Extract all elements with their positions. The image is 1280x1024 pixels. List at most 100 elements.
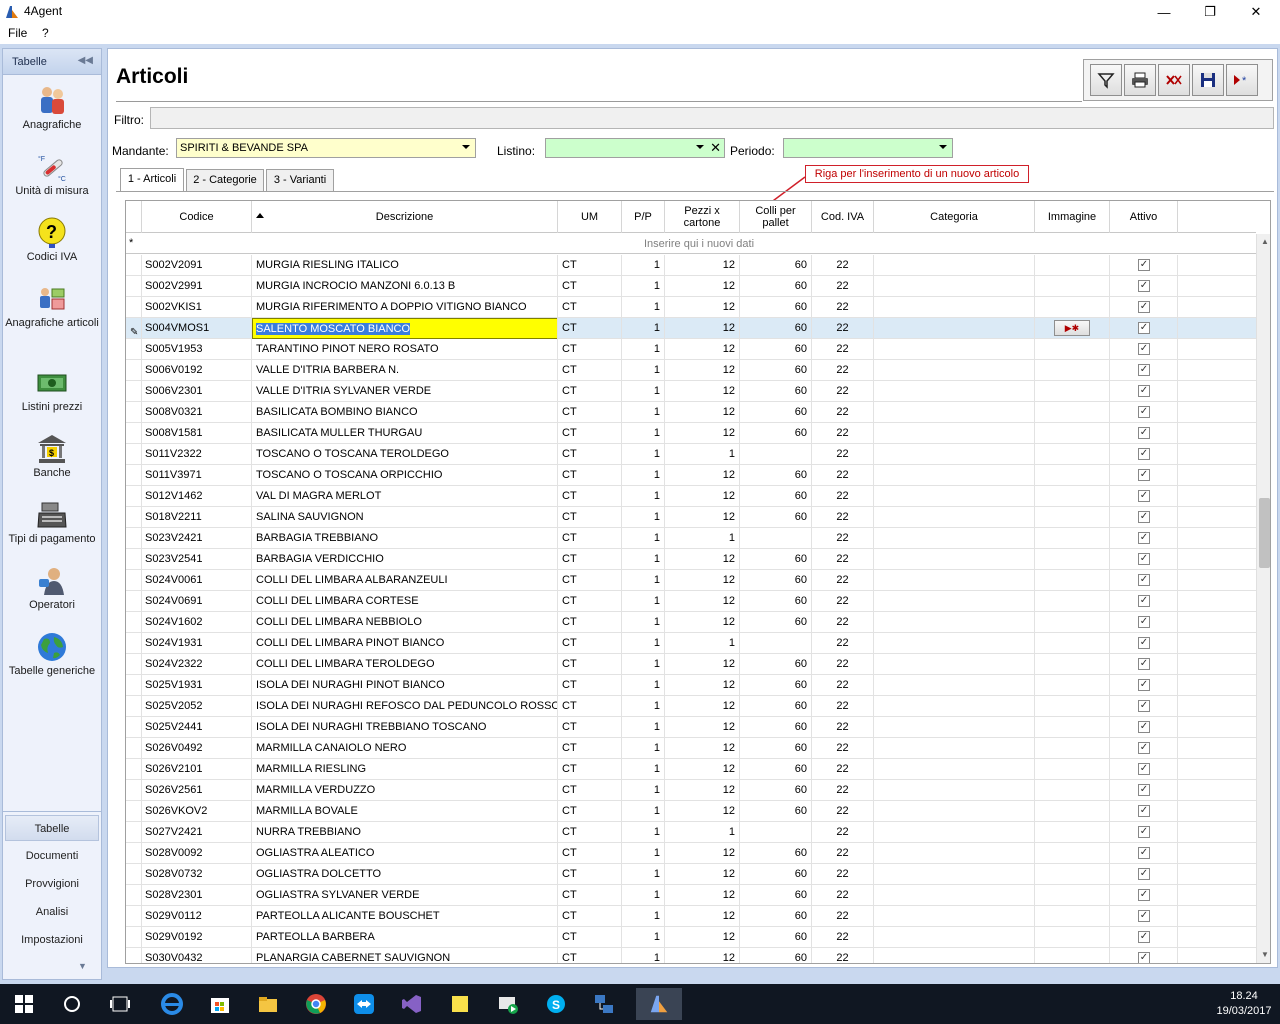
cell-codice[interactable]: S028V0092 xyxy=(142,843,252,864)
table-row[interactable]: S028V0092 OGLIASTRA ALEATICO CT 1 12 60 22 ✓ xyxy=(126,843,1256,864)
column-header-cod-iva[interactable]: Cod. IVA xyxy=(812,201,874,233)
attivo-checkbox[interactable]: ✓ xyxy=(1138,805,1150,817)
table-row[interactable]: S002V2991 MURGIA INCROCIO MANZONI 6.0.13 … xyxy=(126,276,1256,297)
table-row[interactable]: S024V2322 COLLI DEL LIMBARA TEROLDEGO CT 1 1… xyxy=(126,654,1256,675)
cell-categoria[interactable] xyxy=(874,885,1035,906)
cell-pp[interactable]: 1 xyxy=(622,759,665,780)
attivo-checkbox[interactable]: ✓ xyxy=(1138,868,1150,880)
cell-um[interactable]: CT xyxy=(558,276,622,297)
cell-codice[interactable]: S029V0112 xyxy=(142,906,252,927)
table-row[interactable]: S030V0432 PLANARGIA CABERNET SAUVIGNON CT 1… xyxy=(126,948,1256,963)
row-selector[interactable] xyxy=(126,276,142,297)
cell-codice[interactable]: S028V2301 xyxy=(142,885,252,906)
row-selector[interactable] xyxy=(126,528,142,549)
cell-categoria[interactable] xyxy=(874,465,1035,486)
cell-codice[interactable]: S024V0691 xyxy=(142,591,252,612)
start-button[interactable] xyxy=(8,988,40,1020)
taskbar-media[interactable] xyxy=(492,988,524,1020)
cell-immagine[interactable] xyxy=(1035,360,1110,381)
row-selector[interactable] xyxy=(126,822,142,843)
row-selector[interactable] xyxy=(126,801,142,822)
description-edit-field[interactable]: SALENTO MOSCATO BIANCO xyxy=(252,318,557,339)
cell-pezzi-cartone[interactable]: 1 xyxy=(665,633,740,654)
cell-cod-iva[interactable]: 22 xyxy=(812,780,874,801)
new-record-button[interactable]: * xyxy=(1226,64,1258,96)
cell-pp[interactable]: 1 xyxy=(622,717,665,738)
cell-colli-pallet[interactable]: 60 xyxy=(740,507,812,528)
cell-pezzi-cartone[interactable]: 1 xyxy=(665,528,740,549)
cell-um[interactable]: CT xyxy=(558,402,622,423)
row-selector[interactable] xyxy=(126,696,142,717)
table-row[interactable]: S008V1581 BASILICATA MULLER THURGAU CT 1 12 6… xyxy=(126,423,1256,444)
cell-colli-pallet[interactable]: 60 xyxy=(740,402,812,423)
cell-cod-iva[interactable]: 22 xyxy=(812,906,874,927)
cell-immagine[interactable] xyxy=(1035,822,1110,843)
cell-categoria[interactable] xyxy=(874,633,1035,654)
column-header-um[interactable]: UM xyxy=(558,201,622,233)
attivo-checkbox[interactable]: ✓ xyxy=(1138,448,1150,460)
table-row[interactable]: S029V0192 PARTEOLLA BARBERA CT 1 12 60 22 ✓ xyxy=(126,927,1256,948)
cell-pezzi-cartone[interactable]: 12 xyxy=(665,402,740,423)
cell-pp[interactable]: 1 xyxy=(622,255,665,276)
attivo-checkbox[interactable]: ✓ xyxy=(1138,490,1150,502)
cell-um[interactable]: CT xyxy=(558,591,622,612)
nav-section-documenti[interactable]: Documenti xyxy=(5,843,99,869)
cell-pp[interactable]: 1 xyxy=(622,402,665,423)
cell-um[interactable]: CT xyxy=(558,318,622,339)
cell-cod-iva[interactable]: 22 xyxy=(812,465,874,486)
image-button[interactable]: ▶✱ xyxy=(1054,320,1090,336)
cell-pp[interactable]: 1 xyxy=(622,339,665,360)
cell-pp[interactable]: 1 xyxy=(622,927,665,948)
row-selector[interactable] xyxy=(126,780,142,801)
cell-descrizione[interactable]: PLANARGIA CABERNET SAUVIGNON xyxy=(252,948,558,963)
cell-um[interactable]: CT xyxy=(558,717,622,738)
cell-immagine[interactable] xyxy=(1035,591,1110,612)
cell-categoria[interactable] xyxy=(874,927,1035,948)
table-row[interactable]: S023V2421 BARBAGIA TREBBIANO CT 1 1 22 ✓ xyxy=(126,528,1256,549)
cell-um[interactable]: CT xyxy=(558,465,622,486)
cell-colli-pallet[interactable] xyxy=(740,822,812,843)
cell-pezzi-cartone[interactable]: 12 xyxy=(665,696,740,717)
row-selector[interactable] xyxy=(126,654,142,675)
row-selector[interactable] xyxy=(126,612,142,633)
cell-immagine[interactable] xyxy=(1035,738,1110,759)
cell-cod-iva[interactable]: 22 xyxy=(812,885,874,906)
cell-cod-iva[interactable]: 22 xyxy=(812,948,874,963)
cell-pp[interactable]: 1 xyxy=(622,381,665,402)
table-row[interactable]: S024V1931 COLLI DEL LIMBARA PINOT BIANCO C… xyxy=(126,633,1256,654)
table-row[interactable]: S011V2322 TOSCANO O TOSCANA TEROLDEGO CT 1 1… xyxy=(126,444,1256,465)
cell-pezzi-cartone[interactable]: 12 xyxy=(665,423,740,444)
cell-um[interactable]: CT xyxy=(558,297,622,318)
cell-immagine[interactable] xyxy=(1035,948,1110,963)
cell-pp[interactable]: 1 xyxy=(622,738,665,759)
cell-descrizione[interactable]: VALLE D'ITRIA SYLVANER VERDE xyxy=(252,381,558,402)
cell-immagine[interactable] xyxy=(1035,654,1110,675)
cell-um[interactable]: CT xyxy=(558,675,622,696)
table-row[interactable]: S028V2301 OGLIASTRA SYLVANER VERDE CT 1 12 60… xyxy=(126,885,1256,906)
scroll-down-icon[interactable]: ▼ xyxy=(1261,950,1269,959)
cell-pezzi-cartone[interactable]: 12 xyxy=(665,738,740,759)
cell-colli-pallet[interactable]: 60 xyxy=(740,486,812,507)
delete-button[interactable] xyxy=(1158,64,1190,96)
attivo-checkbox[interactable]: ✓ xyxy=(1138,427,1150,439)
cell-categoria[interactable] xyxy=(874,696,1035,717)
cell-colli-pallet[interactable]: 60 xyxy=(740,885,812,906)
nav-item-unita-misura[interactable]: °F °C Unità di misura xyxy=(3,151,101,217)
row-selector[interactable] xyxy=(126,843,142,864)
cell-descrizione[interactable]: BASILICATA MULLER THURGAU xyxy=(252,423,558,444)
cell-descrizione[interactable]: MARMILLA CANAIOLO NERO xyxy=(252,738,558,759)
cell-descrizione[interactable]: COLLI DEL LIMBARA NEBBIOLO xyxy=(252,612,558,633)
table-row[interactable]: S024V0061 COLLI DEL LIMBARA ALBARANZEULI C… xyxy=(126,570,1256,591)
cell-um[interactable]: CT xyxy=(558,528,622,549)
cell-cod-iva[interactable]: 22 xyxy=(812,738,874,759)
row-selector[interactable] xyxy=(126,738,142,759)
table-row[interactable]: S026V2101 MARMILLA RIESLING CT 1 12 60 22 ✓ xyxy=(126,759,1256,780)
cell-um[interactable]: CT xyxy=(558,738,622,759)
cell-immagine[interactable] xyxy=(1035,780,1110,801)
cell-codice[interactable]: S024V0061 xyxy=(142,570,252,591)
cell-immagine[interactable] xyxy=(1035,633,1110,654)
minimize-button[interactable]: — xyxy=(1141,0,1187,24)
row-selector[interactable] xyxy=(126,360,142,381)
cell-colli-pallet[interactable]: 60 xyxy=(740,318,812,339)
cell-categoria[interactable] xyxy=(874,801,1035,822)
